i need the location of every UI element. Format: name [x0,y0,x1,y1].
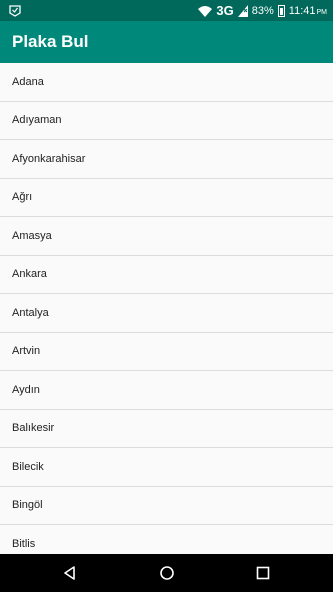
list-item[interactable]: Aydın [0,371,333,410]
city-name: Amasya [12,229,52,242]
city-name: Aydın [12,383,40,396]
city-name: Adana [12,75,44,88]
city-list[interactable]: Adana Adıyaman Afyonkarahisar Ağrı Amasya Ank… [0,63,333,554]
list-item[interactable]: Adıyaman [0,101,333,140]
list-item[interactable]: Antalya [0,294,333,333]
list-item[interactable]: Bilecik [0,448,333,487]
notification-icon [9,5,21,17]
clock-time: 11:41 [288,4,316,17]
city-name: Adıyaman [12,114,62,127]
battery-icon [277,4,285,17]
app-bar: Plaka Bul [0,21,333,63]
city-name: Afyonkarahisar [12,152,86,165]
recent-apps-icon[interactable] [253,563,273,583]
city-name: Ağrı [12,191,33,204]
list-item[interactable]: Ağrı [0,178,333,217]
list-item[interactable]: Ankara [0,255,333,294]
clock-ampm: PM [316,8,328,16]
network-type: 3G [216,3,234,18]
battery-percent: 83% [251,4,274,17]
city-name: Ankara [12,268,47,281]
city-name: Bitlis [12,537,36,550]
city-name: Bilecik [12,460,44,473]
wifi-icon [198,5,213,17]
city-name: Balıkesir [12,422,55,435]
list-item[interactable]: Artvin [0,332,333,371]
home-icon[interactable] [157,563,177,583]
status-icons: 3G 83% 11:41PM [198,0,327,21]
clock: 11:41PM [289,5,327,17]
list-item[interactable]: Afyonkarahisar [0,140,333,179]
list-item[interactable]: Adana [0,63,333,102]
list-item[interactable]: Amasya [0,217,333,256]
app-title: Plaka Bul [12,32,89,51]
city-name: Artvin [12,345,41,358]
back-icon[interactable] [60,563,80,583]
list-item[interactable]: Bitlis [0,525,333,554]
city-name: Bingöl [12,499,43,512]
list-item[interactable]: Balıkesir [0,409,333,448]
status-bar: 3G 83% 11:41PM [0,0,333,21]
signal-icon [237,4,248,17]
list-item[interactable]: Bingöl [0,486,333,525]
navigation-bar [0,554,333,592]
city-name: Antalya [12,306,49,319]
